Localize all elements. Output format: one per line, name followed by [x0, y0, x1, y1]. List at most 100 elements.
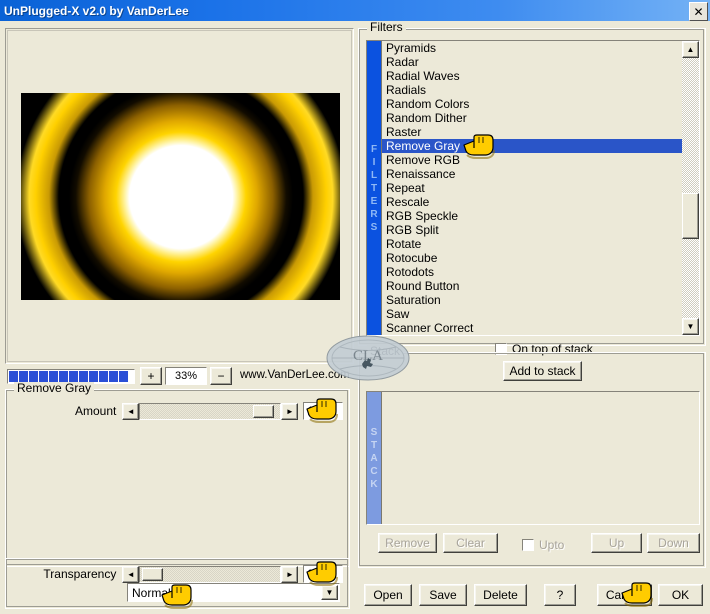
zoom-level-value: 33%: [174, 370, 198, 382]
close-button[interactable]: ✕: [689, 2, 708, 21]
amount-slider-track[interactable]: [139, 402, 282, 420]
upto-row[interactable]: Upto: [522, 538, 564, 552]
cancel-label: Cancel: [605, 588, 644, 602]
filter-list-item[interactable]: Remove Gray: [382, 139, 682, 153]
filters-scrollbar[interactable]: ▲ ▼: [682, 41, 699, 335]
filters-items[interactable]: Pyramids Radar Radial Waves Radials Random C…: [381, 41, 682, 335]
filter-list-item[interactable]: Rescale: [382, 195, 682, 209]
scrollbar-thumb[interactable]: [682, 193, 699, 239]
stack-up-button[interactable]: Up: [591, 533, 642, 553]
filter-list-item[interactable]: Rotate: [382, 237, 682, 251]
cancel-button[interactable]: Cancel: [597, 584, 652, 606]
filter-list-item[interactable]: Radar: [382, 55, 682, 69]
left-arrow-icon: ◄: [126, 406, 135, 416]
amount-decrease-button[interactable]: ◄: [122, 402, 140, 420]
band-letter: K: [370, 478, 378, 490]
minus-icon: −: [217, 369, 225, 383]
ok-label: OK: [671, 588, 690, 602]
transparency-label: Transparency: [43, 567, 117, 581]
scroll-down-button[interactable]: ▼: [682, 318, 699, 335]
plus-icon: +: [147, 369, 155, 383]
filter-list-item[interactable]: Renaissance: [382, 167, 682, 181]
amount-increase-button[interactable]: ►: [281, 402, 299, 420]
zoom-level-display: 33%: [165, 367, 207, 385]
filter-list-item[interactable]: Round Button: [382, 279, 682, 293]
unplugged-x-window: UnPlugged-X v2.0 by VanDerLee ✕ + 33% − …: [0, 0, 710, 614]
filter-list-item[interactable]: Random Dither: [382, 111, 682, 125]
preview-image[interactable]: [21, 93, 340, 300]
stack-up-label: Up: [608, 536, 625, 550]
stack-listbox[interactable]: STACK: [366, 391, 700, 525]
filter-list-item[interactable]: Raster: [382, 125, 682, 139]
progress-block: [109, 371, 118, 382]
filter-list-item[interactable]: Random Colors: [382, 97, 682, 111]
ok-button[interactable]: OK: [658, 584, 703, 606]
zoom-out-button[interactable]: −: [210, 367, 232, 385]
stack-group: Stack Add to stack STACK Remove Clear Up…: [358, 345, 706, 568]
close-icon: ✕: [693, 4, 704, 19]
transparency-value-field[interactable]: 0: [303, 565, 344, 583]
band-letter: C: [370, 465, 378, 477]
stack-remove-button[interactable]: Remove: [378, 533, 437, 553]
scroll-up-button[interactable]: ▲: [682, 41, 699, 58]
chevron-down-icon[interactable]: ▼: [321, 585, 338, 600]
triangle-up-icon: ▲: [686, 45, 695, 54]
right-arrow-icon: ►: [285, 406, 294, 416]
website-label: www.VanDerLee.com: [240, 369, 350, 381]
filter-list-item[interactable]: Remove RGB: [382, 153, 682, 167]
stack-clear-label: Clear: [456, 536, 485, 550]
filter-list-item[interactable]: Pyramids: [382, 41, 682, 55]
band-letter: A: [370, 452, 378, 464]
delete-button[interactable]: Delete: [474, 584, 527, 606]
stack-title: Stack: [367, 345, 404, 357]
add-to-stack-label: Add to stack: [509, 364, 576, 378]
triangle-down-icon: ▼: [686, 322, 695, 331]
save-label: Save: [429, 588, 457, 602]
filters-band-label: FILTERS: [367, 41, 381, 335]
amount-value-field[interactable]: 100: [303, 402, 344, 420]
zoom-in-button[interactable]: +: [140, 367, 162, 385]
filter-list-item[interactable]: Radials: [382, 83, 682, 97]
band-letter: T: [370, 182, 378, 194]
stack-clear-button[interactable]: Clear: [443, 533, 498, 553]
add-to-stack-button[interactable]: Add to stack: [503, 361, 582, 381]
right-arrow-icon: ►: [285, 569, 294, 579]
stack-down-label: Down: [658, 536, 689, 550]
transparency-slider-thumb[interactable]: [142, 567, 164, 581]
filter-list-item[interactable]: RGB Speckle: [382, 209, 682, 223]
stack-down-button[interactable]: Down: [647, 533, 700, 553]
transparency-increase-button[interactable]: ►: [281, 565, 299, 583]
title-underline: [0, 21, 710, 24]
band-letter: F: [370, 143, 378, 155]
filter-list-item[interactable]: Saturation: [382, 293, 682, 307]
filter-list-item[interactable]: RGB Split: [382, 223, 682, 237]
upto-checkbox[interactable]: [522, 539, 534, 551]
filter-list-item[interactable]: Scanner Correct: [382, 321, 682, 335]
filter-list-item[interactable]: Rotocube: [382, 251, 682, 265]
filter-parameters-title: Remove Gray: [14, 382, 95, 394]
transparency-slider-track[interactable]: [139, 565, 282, 583]
band-letter: S: [370, 426, 378, 438]
stack-items[interactable]: [381, 392, 699, 524]
band-letter: L: [370, 169, 378, 181]
preview-pane[interactable]: [5, 28, 354, 364]
blend-mode-select[interactable]: Normal ▼: [127, 583, 340, 602]
delete-label: Delete: [483, 588, 518, 602]
amount-slider-thumb[interactable]: [253, 404, 275, 418]
help-button[interactable]: ?: [544, 584, 576, 606]
filter-list-item[interactable]: Saw: [382, 307, 682, 321]
band-letter: I: [372, 156, 376, 168]
stack-remove-label: Remove: [385, 536, 430, 550]
blend-mode-value: Normal: [132, 585, 171, 600]
filter-list-item[interactable]: Repeat: [382, 181, 682, 195]
band-letter: T: [370, 439, 378, 451]
transparency-decrease-button[interactable]: ◄: [122, 565, 140, 583]
save-button[interactable]: Save: [419, 584, 467, 606]
filter-list-item[interactable]: Rotodots: [382, 265, 682, 279]
band-letter: E: [370, 195, 378, 207]
amount-value: 100: [307, 404, 328, 418]
filter-list-item[interactable]: Radial Waves: [382, 69, 682, 83]
filters-group: Filters FILTERS Pyramids Radar Radial Wave…: [358, 21, 706, 356]
filters-listbox[interactable]: FILTERS Pyramids Radar Radial Waves Radials…: [366, 40, 700, 336]
open-button[interactable]: Open: [364, 584, 412, 606]
